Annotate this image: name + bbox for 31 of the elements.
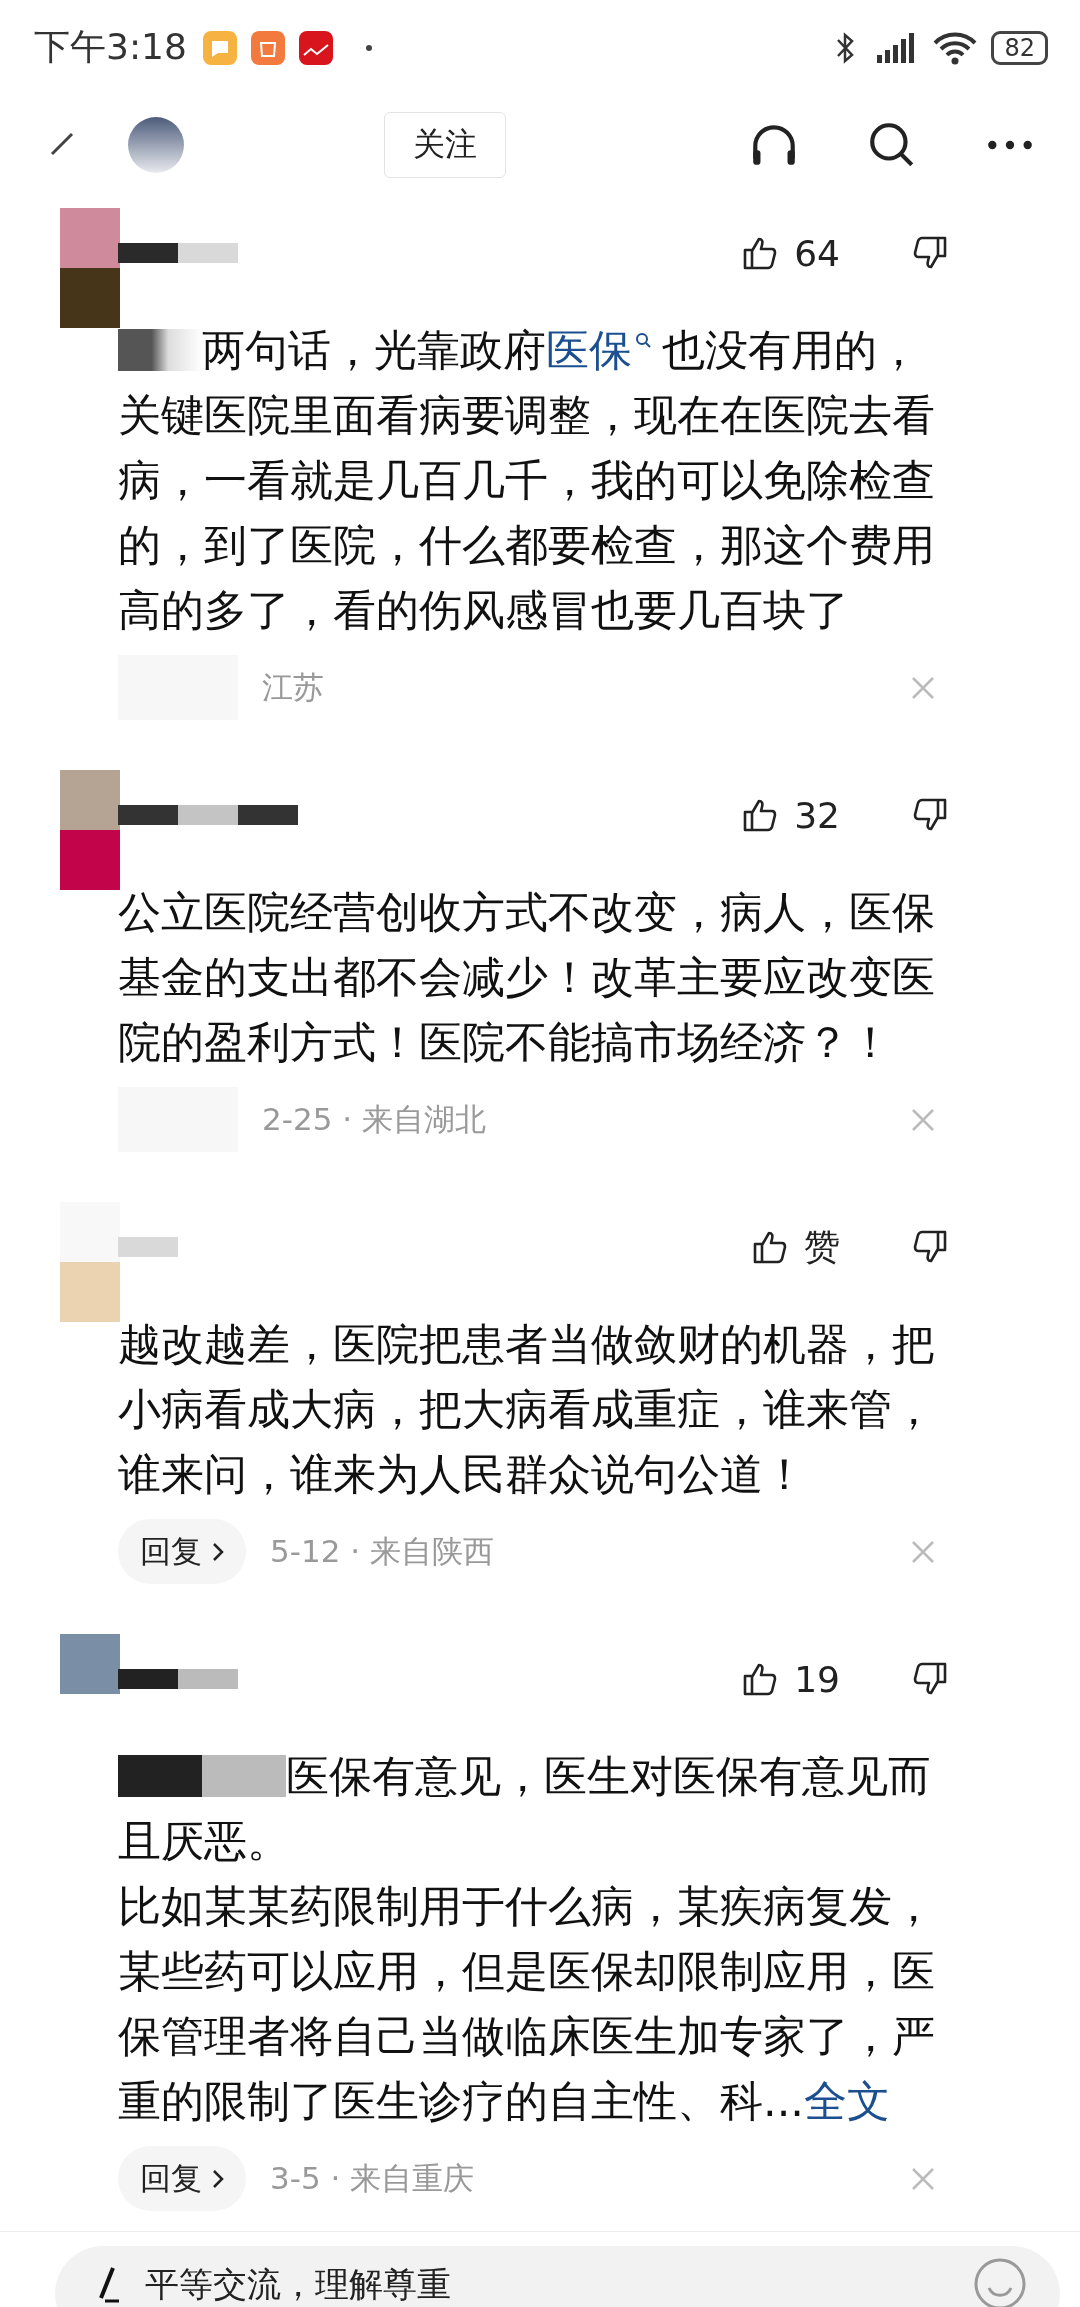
pixelated-username — [118, 1237, 178, 1257]
comment-text: 两句话，光靠政府医保 也没有用的，关键医院里面看病要调整，现在在医院去看病，一看就是几百几千，我的可以免除检查的，到了医院，什么都要检查，那这个费用高的多了，看的伤风感冒也要几百块了 — [118, 324, 936, 637]
like-button[interactable]: 64 — [740, 232, 840, 274]
battery-indicator: 82 — [991, 30, 1048, 65]
comment-text: 越改越差，医院把患者当做敛财的机器，把小病看成大病，把大病看成重症，谁来管，谁来问，谁来为人民群众说句公道！ — [118, 1318, 936, 1501]
like-button[interactable]: 19 — [740, 1658, 840, 1700]
comment-date-location: 5-12 · 来自陕西 — [270, 1531, 494, 1571]
comment-date-location: 2-25 · 来自湖北 — [262, 1099, 486, 1139]
reply-button[interactable]: 回复 — [118, 2146, 246, 2211]
notification-dot-icon — [364, 43, 373, 52]
like-button[interactable]: 32 — [740, 794, 840, 836]
keyword-search-link[interactable]: 医保 — [546, 325, 662, 375]
chevron-icon — [212, 1541, 224, 1562]
chevron-icon — [212, 2168, 224, 2189]
comment-text: 公立医院经营创收方式不改变，病人，医保基金的支出都不会减少！改革主要应改变医院的盈利方式！医院不能搞市场经济？！ — [118, 886, 936, 1069]
comment-date-location: 3-5 · 来自重庆 — [270, 2158, 475, 2198]
bluetooth-icon — [835, 30, 856, 65]
notes-app-icon — [202, 30, 237, 65]
full-text-link[interactable]: 全文 — [804, 2076, 890, 2126]
wifi-icon — [933, 30, 978, 65]
shopping-bag-icon — [250, 30, 285, 65]
comment-input-field[interactable]: 平等交流，理解尊重 — [145, 2260, 565, 2307]
stock-chart-app-icon — [298, 30, 333, 65]
pixelated-avatar — [128, 117, 184, 173]
comment-date-location: 江苏 — [262, 667, 324, 707]
pixelated-avatar — [60, 1634, 120, 1694]
comment-text: 医保有意见，医生对医保有意见而且厌恶。 比如某某药限制用于什么病，某疾病复发，某些药可以应用，但是医保却限制应用，医保管理者将自己当做临床医生加专家了，严重的限制了医生诊疗的自主性、科...全文 — [118, 1750, 936, 2128]
status-time: 下午3:18 — [34, 25, 187, 69]
like-button[interactable]: 赞 — [750, 1222, 840, 1272]
reply-button[interactable]: 回复 — [118, 1519, 246, 1584]
follow-button[interactable]: 关注 — [384, 112, 506, 178]
